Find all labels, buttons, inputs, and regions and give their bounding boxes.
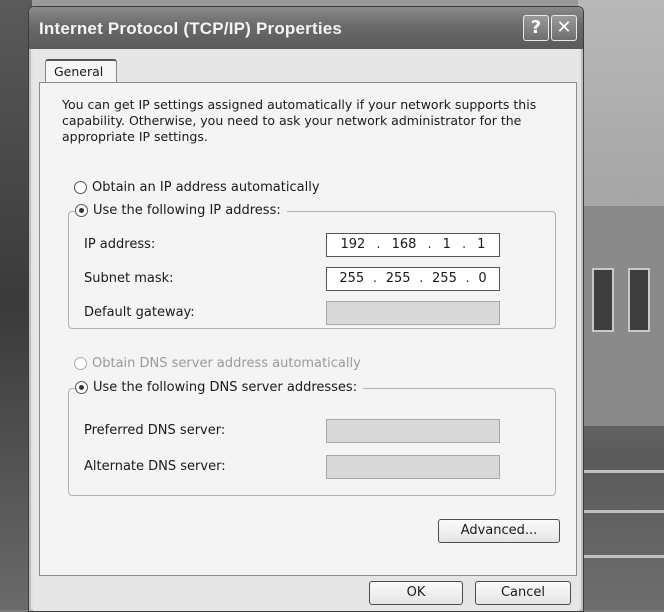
advanced-button[interactable]: Advanced... bbox=[438, 519, 560, 543]
use-following-dns-radio[interactable]: Use the following DNS server addresses: bbox=[75, 380, 364, 395]
subnet-mask-field[interactable]: 255. 255. 255. 0 bbox=[326, 267, 500, 291]
background-rail bbox=[584, 510, 664, 513]
obtain-dns-auto-label: Obtain DNS server address automatically bbox=[92, 356, 361, 371]
close-button[interactable]: ✕ bbox=[551, 15, 577, 41]
intro-text: You can get IP settings assigned automat… bbox=[62, 97, 537, 144]
radio-selected-icon bbox=[75, 204, 88, 217]
ok-button[interactable]: OK bbox=[369, 581, 463, 605]
obtain-dns-auto-radio: Obtain DNS server address automatically bbox=[74, 356, 361, 371]
title-bar[interactable]: Internet Protocol (TCP/IP) Properties ? … bbox=[29, 7, 583, 49]
alternate-dns-label: Alternate DNS server: bbox=[84, 459, 226, 474]
subnet-octet[interactable]: 255 bbox=[339, 268, 364, 290]
ip-address-field[interactable]: 192. 168. 1. 1 bbox=[326, 233, 500, 257]
use-following-ip-radio[interactable]: Use the following IP address: bbox=[75, 203, 287, 218]
tcpip-properties-dialog: Internet Protocol (TCP/IP) Properties ? … bbox=[28, 6, 584, 612]
background-rail bbox=[578, 555, 664, 558]
ip-octet[interactable]: 1 bbox=[443, 234, 451, 256]
dialog-body: General You can get IP settings assigned… bbox=[33, 49, 579, 611]
help-button[interactable]: ? bbox=[523, 15, 549, 41]
general-tab-panel: You can get IP settings assigned automat… bbox=[39, 82, 577, 576]
subnet-octet[interactable]: 255 bbox=[386, 268, 411, 290]
obtain-ip-auto-label: Obtain an IP address automatically bbox=[92, 180, 320, 195]
default-gateway-field bbox=[326, 301, 500, 325]
obtain-ip-auto-radio[interactable]: Obtain an IP address automatically bbox=[74, 180, 320, 195]
subnet-mask-label: Subnet mask: bbox=[84, 271, 174, 286]
subnet-octet[interactable]: 0 bbox=[478, 268, 486, 290]
subnet-octet[interactable]: 255 bbox=[432, 268, 457, 290]
default-gateway-label: Default gateway: bbox=[84, 305, 195, 320]
background-train bbox=[584, 200, 664, 426]
use-following-ip-label: Use the following IP address: bbox=[93, 203, 281, 218]
preferred-dns-field bbox=[326, 419, 500, 443]
tab-general[interactable]: General bbox=[45, 59, 117, 83]
radio-selected-icon bbox=[75, 381, 88, 394]
preferred-dns-label: Preferred DNS server: bbox=[84, 423, 226, 438]
alternate-dns-field bbox=[326, 455, 500, 479]
radio-icon bbox=[74, 181, 87, 194]
ip-octet[interactable]: 192 bbox=[341, 234, 366, 256]
window-title: Internet Protocol (TCP/IP) Properties bbox=[39, 19, 343, 38]
train-window bbox=[592, 268, 614, 332]
ip-address-label: IP address: bbox=[84, 237, 156, 252]
use-following-dns-label: Use the following DNS server addresses: bbox=[93, 380, 358, 395]
train-window bbox=[628, 268, 650, 332]
radio-disabled-icon bbox=[74, 357, 87, 370]
background-rail bbox=[574, 470, 664, 473]
ip-octet[interactable]: 168 bbox=[392, 234, 417, 256]
cancel-button[interactable]: Cancel bbox=[475, 581, 571, 605]
ip-octet[interactable]: 1 bbox=[477, 234, 485, 256]
